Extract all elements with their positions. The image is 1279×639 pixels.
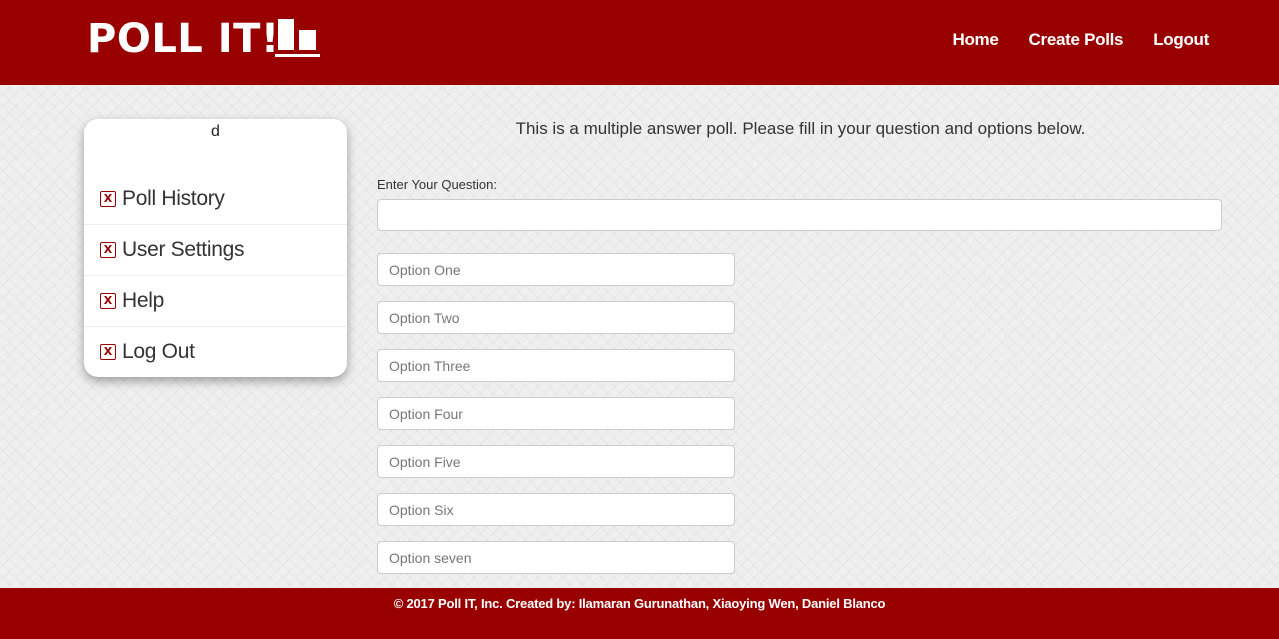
nav-create-polls-link[interactable]: Create Polls <box>1029 30 1124 50</box>
username: d <box>211 123 220 140</box>
page-footer: © 2017 Poll IT, Inc. Created by: Ilamara… <box>0 588 1279 639</box>
sidebar-item-label: Log Out <box>122 340 195 363</box>
sidebar-item-user-settings[interactable]: X User Settings <box>84 224 347 275</box>
question-label: Enter Your Question: <box>377 177 497 192</box>
brand-logo-text[interactable]: POLL IT! <box>87 16 280 62</box>
sidebar-item-label: Help <box>122 289 164 312</box>
x-box-icon: X <box>100 191 116 207</box>
option-four-input[interactable] <box>377 397 735 430</box>
option-six-input[interactable] <box>377 493 735 526</box>
top-navbar: POLL IT! Home Create Polls Logout <box>0 0 1279 85</box>
sidebar-item-label: Poll History <box>122 187 225 210</box>
nav-home-link[interactable]: Home <box>952 30 998 50</box>
option-five-input[interactable] <box>377 445 735 478</box>
sidebar-item-log-out[interactable]: X Log Out <box>84 326 347 377</box>
question-input[interactable] <box>377 199 1222 231</box>
footer-credits: © 2017 Poll IT, Inc. Created by: Ilamara… <box>393 596 886 611</box>
nav-logout-link[interactable]: Logout <box>1153 30 1209 50</box>
sidebar-item-label: User Settings <box>122 238 245 261</box>
poll-instructions: This is a multiple answer poll. Please f… <box>515 119 1086 138</box>
option-one-input[interactable] <box>377 253 735 286</box>
x-box-icon: X <box>100 242 116 258</box>
option-three-input[interactable] <box>377 349 735 382</box>
bar-chart-icon <box>275 19 320 57</box>
sidebar-menu: X Poll History X User Settings X Help X … <box>84 174 347 377</box>
x-box-icon: X <box>100 293 116 309</box>
option-seven-input[interactable] <box>377 541 735 574</box>
user-sidebar: d X Poll History X User Settings X Help … <box>84 119 347 377</box>
main-nav: Home Create Polls Logout <box>952 30 1209 50</box>
option-two-input[interactable] <box>377 301 735 334</box>
sidebar-item-help[interactable]: X Help <box>84 275 347 326</box>
x-box-icon: X <box>100 344 116 360</box>
sidebar-item-poll-history[interactable]: X Poll History <box>84 174 347 224</box>
